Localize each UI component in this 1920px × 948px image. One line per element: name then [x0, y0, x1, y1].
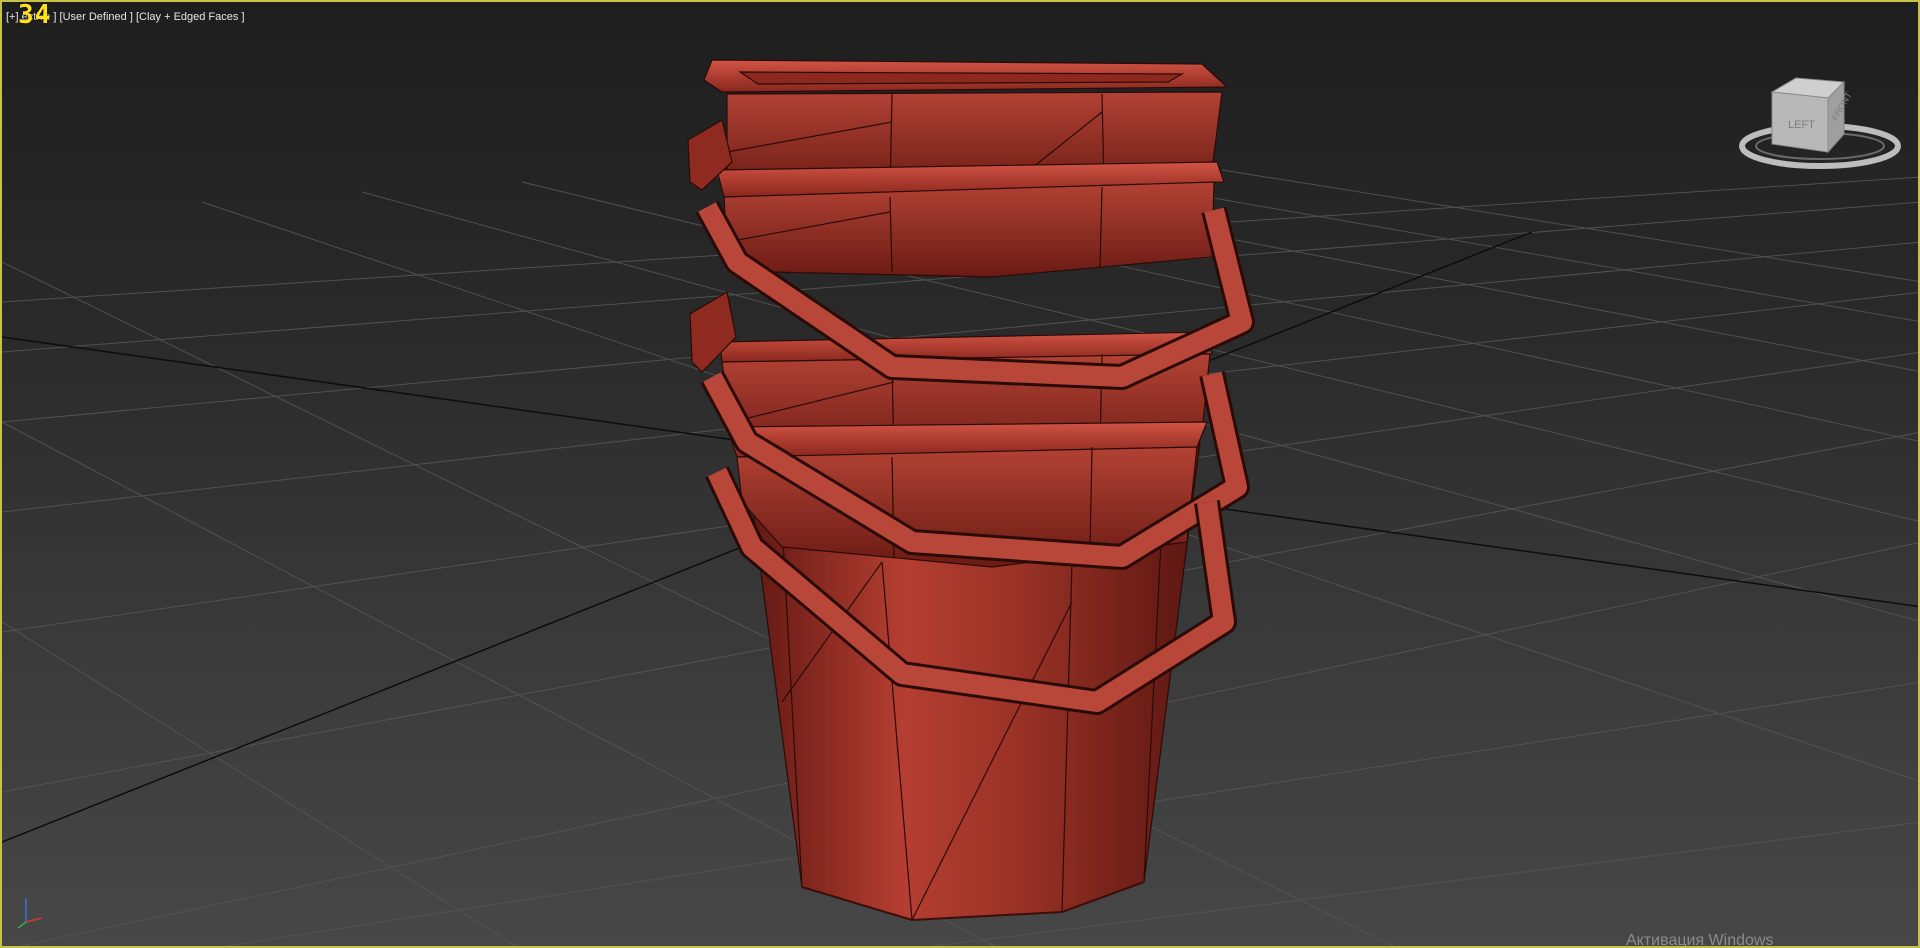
x-axis-line [25, 917, 43, 923]
viewcube[interactable]: LEFT FRONT [1732, 74, 1902, 184]
perspective-viewport[interactable]: 34 [+] ective ] [User Defined ] [Clay + … [0, 0, 1920, 948]
windows-activation-watermark: Активация Windows [1626, 932, 1774, 948]
viewcube-left-label: LEFT [1788, 119, 1815, 131]
y-axis-line [17, 921, 27, 929]
viewport-scene[interactable] [2, 2, 1920, 948]
bucket-stack [687, 59, 1255, 922]
fps-counter: 34 [18, 0, 52, 30]
viewport-general-menu[interactable]: [+] [6, 11, 19, 23]
axis-tripod [17, 898, 43, 929]
viewport-shading-menu[interactable]: [Clay + Edged Faces ] [136, 11, 245, 23]
viewport-camera-menu[interactable]: [User Defined ] [60, 11, 133, 23]
